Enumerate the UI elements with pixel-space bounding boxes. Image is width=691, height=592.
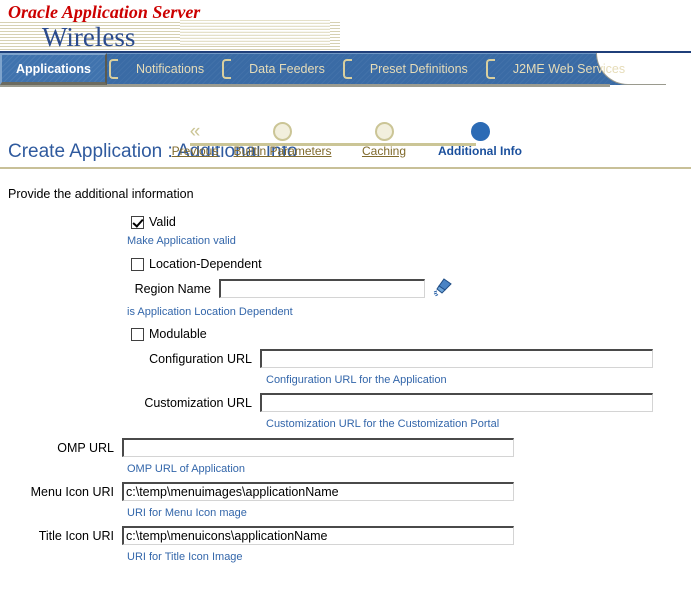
global-tab-bar: Applications Notifications Data Feeders … — [0, 53, 691, 87]
valid-checkbox[interactable] — [131, 215, 144, 229]
valid-checkbox-label[interactable]: Valid — [149, 215, 176, 229]
train-step-builtin-parameters[interactable]: Builtin Parameters — [227, 120, 338, 158]
tab-preset-definitions[interactable]: Preset Definitions — [354, 53, 484, 85]
product-family-name: Oracle Application Server — [8, 2, 201, 22]
location-dependent-checkbox-label[interactable]: Location-Dependent — [149, 257, 262, 271]
tab-separator-icon — [222, 59, 232, 79]
train-step-circle-icon — [374, 121, 394, 141]
tab-separator-icon — [342, 59, 352, 79]
train-previous-label[interactable]: Previous — [163, 144, 227, 158]
tab-notifications[interactable]: Notifications — [120, 53, 220, 85]
configuration-url-label: Configuration URL — [149, 351, 252, 366]
banner-stripe-pattern-secondary — [180, 20, 330, 46]
omp-url-input[interactable] — [122, 438, 514, 457]
train-step-additional-info-label: Additional Info — [438, 144, 522, 158]
configuration-url-hint: Configuration URL for the Application — [266, 374, 447, 386]
tab-data-feeders-label: Data Feeders — [249, 62, 325, 76]
location-dependent-checkbox[interactable] — [131, 257, 144, 271]
region-name-label: Region Name — [134, 281, 211, 296]
tab-applications-label: Applications — [16, 61, 92, 76]
train-step-circle-icon — [273, 121, 292, 141]
wizard-train: « Previous Builtin Parameters Caching Ad… — [0, 87, 691, 158]
tab-separator-icon — [485, 59, 495, 79]
page-title-divider — [0, 167, 691, 169]
tab-list: Applications Notifications Data Feeders … — [0, 53, 641, 85]
region-name-input[interactable] — [219, 279, 425, 298]
tab-notifications-label: Notifications — [136, 62, 205, 76]
train-step-additional-info: Additional Info — [430, 120, 530, 158]
menu-icon-uri-hint: URI for Menu Icon mage — [127, 507, 247, 519]
train-step-marker — [338, 120, 430, 142]
location-dependent-checkbox-row: Location-Dependent — [131, 257, 691, 271]
modulable-checkbox-label[interactable]: Modulable — [149, 327, 207, 341]
title-icon-uri-row: Title Icon URI — [0, 526, 691, 545]
train-step-circle-filled-icon — [470, 121, 490, 141]
train-previous[interactable]: « Previous — [163, 120, 227, 159]
modulable-checkbox[interactable] — [131, 327, 144, 341]
menu-icon-uri-label: Menu Icon URI — [30, 484, 114, 499]
train-step-builtin-parameters-label[interactable]: Builtin Parameters — [227, 144, 338, 158]
train-node-list: « Previous Builtin Parameters Caching Ad… — [163, 120, 530, 158]
valid-checkbox-row: Valid — [131, 215, 691, 229]
page-instruction: Provide the additional information — [8, 187, 194, 201]
train-step-caching[interactable]: Caching — [338, 120, 430, 158]
title-icon-uri-label: Title Icon URI — [38, 528, 114, 543]
branding-banner: Oracle Application Server Wireless — [0, 0, 691, 53]
configuration-url-input[interactable] — [260, 349, 653, 368]
train-step-caching-label[interactable]: Caching — [338, 144, 430, 158]
omp-url-label: OMP URL — [57, 440, 114, 455]
flashlight-icon[interactable] — [433, 277, 453, 300]
product-name: Wireless — [42, 22, 136, 52]
train-step-marker — [430, 120, 530, 142]
train-step-marker — [227, 120, 338, 142]
location-dependent-hint: is Application Location Dependent — [127, 306, 293, 318]
tab-data-feeders[interactable]: Data Feeders — [233, 53, 341, 85]
region-name-row: Region Name — [0, 277, 691, 300]
title-icon-uri-input[interactable] — [122, 526, 514, 545]
tab-j2me-web-services-label: J2ME Web Services — [512, 62, 626, 76]
omp-url-row: OMP URL — [0, 438, 691, 457]
tab-applications[interactable]: Applications — [0, 53, 108, 85]
configuration-url-row: Configuration URL — [0, 349, 691, 368]
additional-info-form: Valid Make Application valid Location-De… — [0, 215, 691, 563]
customization-url-row: Customization URL — [0, 393, 691, 412]
tab-separator-icon — [109, 59, 119, 79]
title-icon-uri-hint: URI for Title Icon Image — [127, 551, 243, 563]
tab-j2me-web-services[interactable]: J2ME Web Services — [497, 53, 641, 85]
modulable-checkbox-row: Modulable — [131, 327, 691, 341]
menu-icon-uri-row: Menu Icon URI — [0, 482, 691, 501]
double-chevron-left-icon: « — [189, 120, 201, 142]
customization-url-input[interactable] — [260, 393, 653, 412]
menu-icon-uri-input[interactable] — [122, 482, 514, 501]
customization-url-hint: Customization URL for the Customization … — [266, 418, 500, 430]
tab-preset-definitions-label: Preset Definitions — [369, 62, 468, 76]
customization-url-label: Customization URL — [144, 395, 252, 410]
omp-url-hint: OMP URL of Application — [127, 463, 246, 475]
valid-hint: Make Application valid — [127, 235, 236, 247]
